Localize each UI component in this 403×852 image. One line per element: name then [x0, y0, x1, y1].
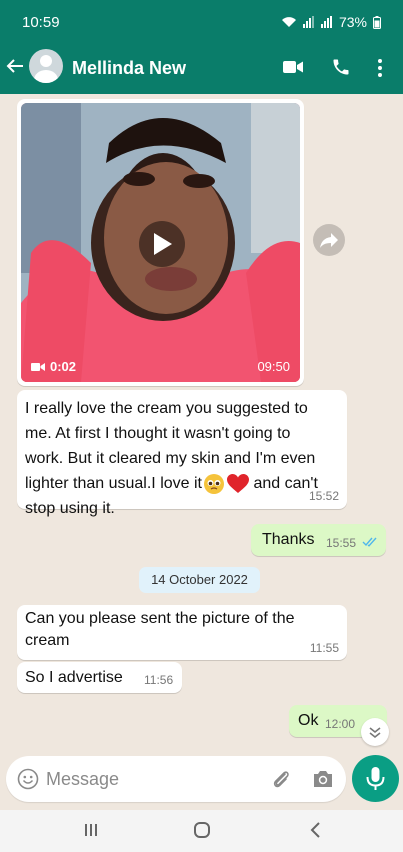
message-line: I really love the cream you suggested to — [25, 400, 308, 417]
outgoing-message[interactable]: Thanks 15:55 — [251, 524, 386, 556]
status-time: 10:59 — [22, 14, 60, 31]
attach-icon[interactable] — [270, 768, 292, 790]
message-time: 09:50 — [257, 359, 290, 374]
voice-message-button[interactable] — [352, 755, 399, 802]
battery-icon — [373, 15, 381, 29]
message-input-container[interactable] — [6, 756, 346, 802]
message-line: work. But it cleared my skin and I'm eve… — [25, 450, 316, 467]
video-thumbnail[interactable]: 0:02 09:50 — [21, 103, 300, 382]
video-duration-text: 0:02 — [50, 359, 77, 374]
system-navigation-bar — [0, 810, 403, 852]
message-time: 15:52 — [308, 489, 339, 503]
back-arrow-icon[interactable] — [6, 54, 24, 82]
contact-avatar[interactable] — [29, 49, 63, 83]
message-input[interactable] — [46, 766, 256, 792]
contact-name[interactable]: Mellinda New — [72, 58, 186, 79]
status-icons: 73% — [281, 14, 381, 30]
back-icon[interactable] — [309, 821, 321, 839]
signal-icon-2 — [320, 16, 333, 28]
camera-icon[interactable] — [312, 769, 334, 789]
message-composer — [0, 752, 403, 810]
battery-percent: 73% — [338, 14, 367, 30]
incoming-message[interactable]: So I advertise 11:56 — [17, 662, 182, 693]
video-message[interactable]: 0:02 09:50 — [17, 99, 304, 386]
home-icon[interactable] — [193, 821, 211, 839]
message-time: 12:00 — [325, 717, 356, 731]
message-text: Thanks — [262, 531, 315, 548]
microphone-icon — [366, 767, 385, 790]
message-line: lighter than usual.I love it — [25, 475, 202, 492]
more-options-icon[interactable] — [376, 58, 384, 78]
play-button[interactable] — [139, 221, 185, 267]
emoji-pleading-face-icon — [204, 473, 224, 494]
status-bar: 10:59 73% — [0, 0, 403, 42]
message-text: Ok — [298, 712, 319, 729]
chat-area[interactable]: 0:02 09:50 I really love the cream you s… — [0, 94, 403, 752]
video-camera-icon — [31, 362, 45, 371]
message-line: cream — [25, 632, 70, 649]
forward-icon — [320, 233, 338, 248]
incoming-message[interactable]: I really love the cream you suggested to… — [17, 390, 347, 517]
message-time: 11:55 — [309, 641, 339, 655]
wifi-icon — [281, 17, 296, 27]
message-line: Can you please sent the picture of the — [25, 610, 295, 627]
read-ticks-icon — [362, 537, 377, 547]
message-line: me. At first I thought it wasn't going t… — [25, 425, 291, 442]
message-text: So I advertise — [25, 669, 123, 686]
video-duration: 0:02 — [31, 359, 76, 374]
message-line: stop using it. — [25, 500, 115, 517]
voice-call-icon[interactable] — [331, 57, 351, 77]
signal-icon — [302, 16, 315, 28]
video-call-icon[interactable] — [283, 60, 303, 74]
message-line: and can't — [249, 475, 318, 492]
incoming-message[interactable]: Can you please sent the picture of the c… — [17, 605, 347, 660]
chat-header: Mellinda New — [0, 42, 403, 94]
double-chevron-down-icon — [369, 727, 381, 739]
scroll-to-bottom-button[interactable] — [361, 718, 389, 746]
recent-apps-icon[interactable] — [83, 822, 99, 838]
message-time: 15:55 — [326, 536, 357, 550]
forward-button[interactable] — [313, 224, 345, 256]
emoji-icon[interactable] — [17, 768, 39, 790]
message-time: 11:56 — [144, 673, 174, 687]
emoji-red-heart-icon — [227, 473, 249, 493]
date-separator: 14 October 2022 — [139, 567, 260, 593]
